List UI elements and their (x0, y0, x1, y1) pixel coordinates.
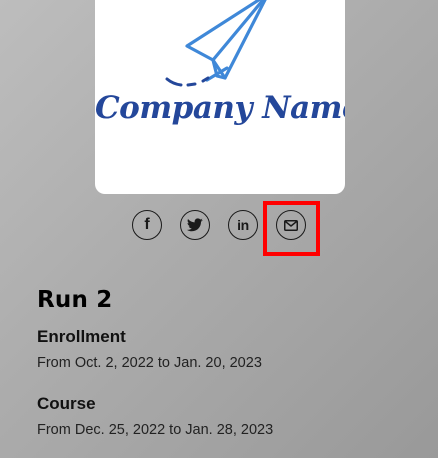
twitter-share-button[interactable] (180, 210, 210, 240)
course-heading: Course (37, 394, 96, 413)
linkedin-share-button[interactable]: in (228, 210, 258, 240)
company-name: Company Name (95, 90, 345, 126)
run-title: Run 2 (37, 287, 113, 313)
twitter-icon (187, 218, 203, 232)
linkedin-icon: in (237, 217, 249, 233)
enrollment-heading: Enrollment (37, 327, 126, 346)
enrollment-dates: From Oct. 2, 2022 to Jan. 20, 2023 (37, 355, 262, 371)
facebook-icon: f (144, 216, 150, 233)
company-logo: Company Name (95, 0, 345, 194)
highlight-box (263, 201, 320, 256)
course-dates: From Dec. 25, 2022 to Jan. 28, 2023 (37, 422, 274, 438)
facebook-share-button[interactable]: f (132, 210, 162, 240)
